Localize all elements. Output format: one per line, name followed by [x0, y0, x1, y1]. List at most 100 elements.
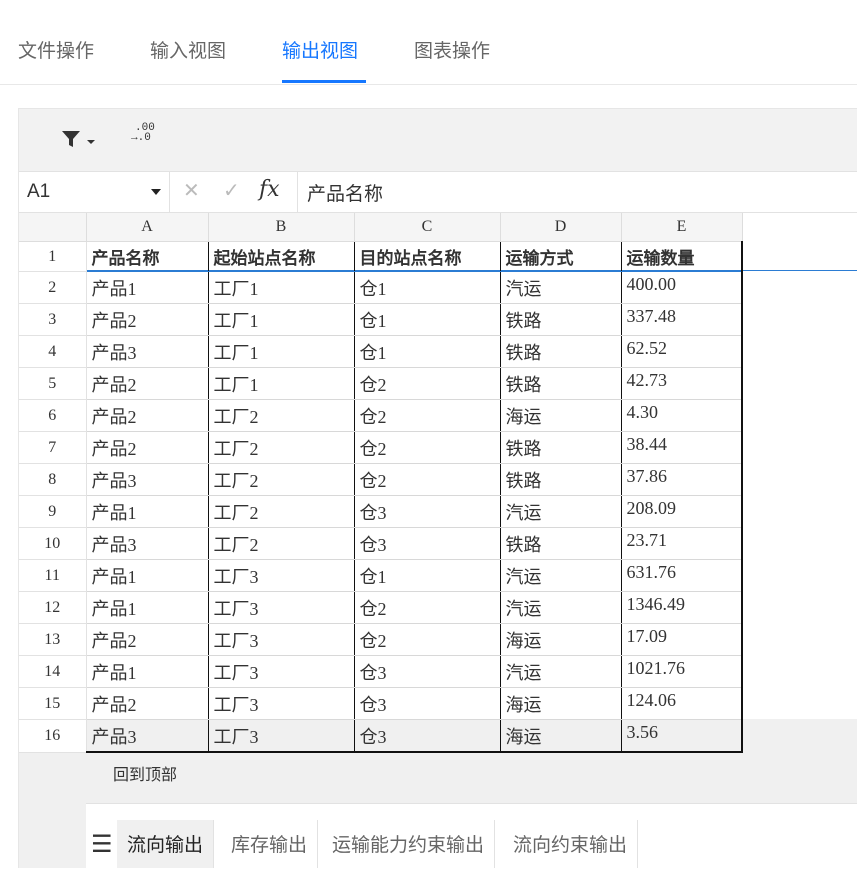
row-header[interactable]: 13 — [19, 623, 87, 656]
table-cell[interactable]: 仓2 — [353, 591, 501, 624]
table-cell[interactable]: 产品3 — [85, 527, 209, 560]
table-cell[interactable]: 产品1 — [85, 655, 209, 688]
sheet-tab-flow-output[interactable]: 流向输出 — [117, 820, 215, 868]
name-box[interactable]: A1 — [19, 172, 170, 212]
table-cell[interactable]: 124.06 — [620, 687, 743, 720]
table-cell[interactable]: 工厂2 — [207, 399, 355, 432]
tab-file-operations[interactable]: 文件操作 — [18, 36, 94, 63]
table-cell[interactable]: 仓1 — [353, 271, 501, 304]
row-header[interactable]: 9 — [19, 495, 87, 528]
table-cell[interactable]: 仓2 — [353, 463, 501, 496]
tab-chart-operations[interactable]: 图表操作 — [414, 36, 490, 63]
back-to-top-link[interactable]: 回到顶部 — [113, 761, 177, 785]
header-cell[interactable]: 起始站点名称 — [207, 241, 355, 272]
column-header[interactable]: A — [86, 213, 209, 242]
table-cell[interactable]: 产品2 — [85, 431, 209, 464]
table-cell[interactable]: 汽运 — [499, 495, 622, 528]
table-cell[interactable]: 产品1 — [85, 591, 209, 624]
formula-input[interactable]: 产品名称 — [307, 179, 383, 206]
table-cell[interactable]: 1346.49 — [620, 591, 743, 624]
table-cell[interactable]: 产品1 — [85, 559, 209, 592]
filter-button[interactable] — [53, 123, 101, 153]
row-header[interactable]: 7 — [19, 431, 87, 464]
tab-input-view[interactable]: 输入视图 — [150, 36, 226, 63]
table-cell[interactable]: 产品2 — [85, 623, 209, 656]
header-cell[interactable]: 运输方式 — [499, 241, 622, 272]
function-icon[interactable]: fx — [259, 177, 280, 202]
table-cell[interactable]: 产品2 — [85, 399, 209, 432]
table-cell[interactable]: 208.09 — [620, 495, 743, 528]
table-cell[interactable]: 铁路 — [499, 335, 622, 368]
table-cell[interactable]: 仓3 — [353, 719, 501, 753]
row-header[interactable]: 8 — [19, 463, 87, 496]
table-cell[interactable]: 工厂1 — [207, 367, 355, 400]
table-cell[interactable]: 17.09 — [620, 623, 743, 656]
column-header[interactable]: C — [354, 213, 501, 242]
row-header[interactable]: 15 — [19, 687, 87, 720]
row-header[interactable]: 11 — [19, 559, 87, 592]
table-cell[interactable]: 工厂3 — [207, 623, 355, 656]
table-cell[interactable]: 工厂2 — [207, 495, 355, 528]
cancel-icon[interactable]: ✕ — [183, 178, 200, 203]
table-cell[interactable]: 400.00 — [620, 271, 743, 304]
table-cell[interactable]: 铁路 — [499, 527, 622, 560]
caret-down-icon[interactable] — [151, 189, 161, 195]
row-header[interactable]: 10 — [19, 527, 87, 560]
table-cell[interactable]: 海运 — [499, 687, 622, 720]
row-header[interactable]: 2 — [19, 271, 87, 304]
table-cell[interactable]: 产品3 — [85, 719, 209, 753]
table-cell[interactable]: 仓3 — [353, 687, 501, 720]
tab-output-view[interactable]: 输出视图 — [282, 36, 358, 63]
table-cell[interactable]: 工厂3 — [207, 591, 355, 624]
row-header[interactable]: 3 — [19, 303, 87, 336]
table-cell[interactable]: 38.44 — [620, 431, 743, 464]
table-cell[interactable]: 产品1 — [85, 271, 209, 304]
table-cell[interactable]: 产品2 — [85, 303, 209, 336]
table-cell[interactable]: 仓3 — [353, 495, 501, 528]
header-cell[interactable]: 目的站点名称 — [353, 241, 501, 272]
table-cell[interactable]: 1021.76 — [620, 655, 743, 688]
column-header[interactable]: B — [208, 213, 355, 242]
table-cell[interactable]: 铁路 — [499, 303, 622, 336]
table-cell[interactable]: 仓2 — [353, 399, 501, 432]
table-cell[interactable]: 工厂1 — [207, 271, 355, 304]
table-cell[interactable]: 仓1 — [353, 559, 501, 592]
menu-icon[interactable]: ☰ — [91, 830, 113, 859]
table-cell[interactable]: 铁路 — [499, 431, 622, 464]
row-header[interactable]: 16 — [19, 719, 87, 753]
table-cell[interactable]: 631.76 — [620, 559, 743, 592]
table-cell[interactable]: 产品1 — [85, 495, 209, 528]
table-cell[interactable]: 汽运 — [499, 591, 622, 624]
column-header[interactable]: D — [500, 213, 622, 242]
column-header[interactable]: E — [621, 213, 743, 242]
table-cell[interactable]: 铁路 — [499, 463, 622, 496]
row-header[interactable]: 12 — [19, 591, 87, 624]
table-cell[interactable]: 产品2 — [85, 367, 209, 400]
table-cell[interactable]: 工厂3 — [207, 687, 355, 720]
table-cell[interactable]: 337.48 — [620, 303, 743, 336]
table-cell[interactable]: 海运 — [499, 719, 622, 753]
table-cell[interactable]: 仓1 — [353, 303, 501, 336]
table-cell[interactable]: 37.86 — [620, 463, 743, 496]
row-header[interactable]: 4 — [19, 335, 87, 368]
table-cell[interactable]: 23.71 — [620, 527, 743, 560]
table-cell[interactable]: 汽运 — [499, 655, 622, 688]
row-header[interactable]: 6 — [19, 399, 87, 432]
row-header[interactable]: 14 — [19, 655, 87, 688]
table-cell[interactable]: 汽运 — [499, 559, 622, 592]
corner-cell[interactable] — [19, 213, 87, 242]
table-cell[interactable]: 工厂1 — [207, 335, 355, 368]
table-cell[interactable]: 3.56 — [620, 719, 743, 753]
table-cell[interactable]: 工厂3 — [207, 719, 355, 753]
table-cell[interactable]: 42.73 — [620, 367, 743, 400]
table-cell[interactable]: 仓1 — [353, 335, 501, 368]
table-cell[interactable]: 工厂2 — [207, 463, 355, 496]
table-cell[interactable]: 工厂3 — [207, 655, 355, 688]
decrease-decimal-button[interactable]: .00 →.0 — [131, 123, 161, 153]
table-cell[interactable]: 仓3 — [353, 527, 501, 560]
header-cell[interactable]: 产品名称 — [85, 241, 209, 272]
sheet-tab-capacity-constraint-output[interactable]: 运输能力约束输出 — [322, 820, 496, 868]
sheet-tab-flow-constraint-output[interactable]: 流向约束输出 — [503, 820, 639, 868]
table-cell[interactable]: 仓3 — [353, 655, 501, 688]
table-cell[interactable]: 4.30 — [620, 399, 743, 432]
